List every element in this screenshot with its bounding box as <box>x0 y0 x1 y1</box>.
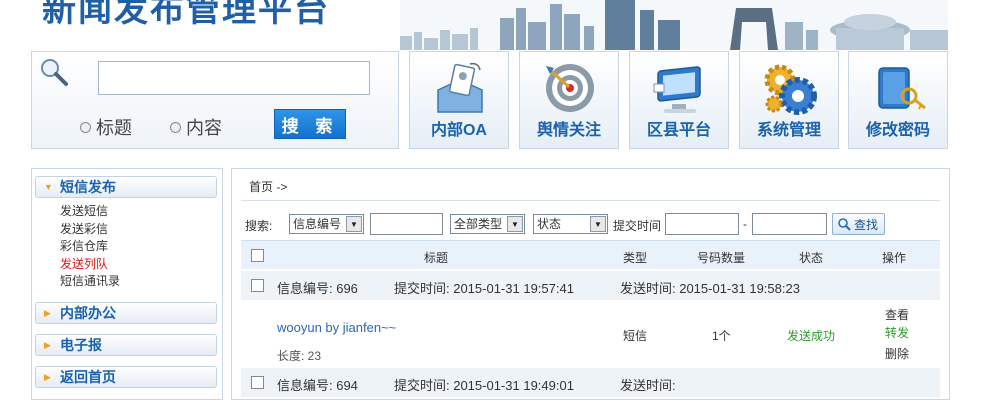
field-select[interactable]: 信息编号 ▼ <box>289 214 364 234</box>
chevron-right-icon: ▶ <box>44 371 51 382</box>
radio-title-option[interactable]: 标题 <box>80 114 132 140</box>
city-skyline-image <box>400 0 948 50</box>
tile-district-platform[interactable]: 区县平台 <box>629 51 729 149</box>
record-status: 发送成功 <box>787 329 836 343</box>
tile-label: 系统管理 <box>756 122 821 139</box>
id-card-icon <box>437 62 483 113</box>
target-icon <box>546 64 594 112</box>
col-type: 类型 <box>623 251 648 265</box>
time-from-input[interactable] <box>665 213 739 235</box>
table-row-meta: 信息编号: 694 提交时间: 2015-01-31 19:49:01 发送时间… <box>241 368 940 397</box>
sidebar-group-label: 电子报 <box>60 337 102 353</box>
select-all-checkbox[interactable] <box>251 249 264 262</box>
record-send-time: 发送时间: 2015-01-31 19:58:23 <box>620 281 800 296</box>
type-select-value: 全部类型 <box>454 217 503 231</box>
search-panel: 标题 内容 搜 索 <box>31 51 399 149</box>
radio-content[interactable] <box>170 121 181 133</box>
sidebar-group-home[interactable]: ▶ 返回首页 <box>35 366 217 388</box>
chevron-right-icon: ▶ <box>44 339 51 350</box>
col-ops: 操作 <box>882 251 907 265</box>
time-separator: - <box>743 217 747 231</box>
tile-label: 区县平台 <box>646 122 711 139</box>
tile-label: 修改密码 <box>865 122 930 139</box>
status-select[interactable]: 状态 ▼ <box>533 214 608 234</box>
record-id: 信息编号: 696 <box>277 281 358 296</box>
radio-title-label: 标题 <box>96 118 132 138</box>
tile-change-password[interactable]: 修改密码 <box>848 51 948 149</box>
sidebar-item-send-sms[interactable]: 发送短信 <box>60 203 108 221</box>
col-count: 号码数量 <box>697 251 746 265</box>
find-button[interactable]: 查找 <box>832 213 886 235</box>
record-type: 短信 <box>623 329 648 343</box>
delete-link[interactable]: 删除 <box>885 345 909 362</box>
field-select-value: 信息编号 <box>293 217 342 231</box>
key-icon <box>878 67 926 110</box>
radio-content-label: 内容 <box>186 118 222 138</box>
row-checkbox[interactable] <box>251 279 264 292</box>
record-submit-time: 提交时间: 2015-01-31 19:49:01 <box>394 378 574 393</box>
magnifier-icon <box>838 218 851 231</box>
col-title: 标题 <box>424 251 449 265</box>
record-length: 长度: 23 <box>277 349 322 363</box>
sidebar-item-send-mms[interactable]: 发送彩信 <box>60 221 108 239</box>
field-value-input[interactable] <box>370 213 443 235</box>
record-send-time: 发送时间: <box>620 378 676 393</box>
search-button[interactable]: 搜 索 <box>274 109 346 139</box>
sidebar-group-label: 短信发布 <box>60 179 116 195</box>
type-select[interactable]: 全部类型 ▼ <box>450 214 525 234</box>
radio-title[interactable] <box>80 121 91 133</box>
row-checkbox[interactable] <box>251 376 264 389</box>
find-button-label: 查找 <box>854 217 879 232</box>
forward-link[interactable]: 转发 <box>885 324 909 341</box>
gears-icon <box>764 64 817 115</box>
chevron-down-icon: ▼ <box>590 216 606 232</box>
breadcrumb: 首页 -> <box>249 180 288 194</box>
monitor-icon <box>653 66 701 113</box>
chevron-down-icon: ▼ <box>44 182 53 192</box>
sidebar-group-office[interactable]: ▶ 内部办公 <box>35 302 217 324</box>
tile-internal-oa[interactable]: 内部OA <box>409 51 509 149</box>
table-row-meta: 信息编号: 696 提交时间: 2015-01-31 19:57:41 发送时间… <box>241 271 940 300</box>
record-count: 1个 <box>712 329 731 343</box>
search-input[interactable] <box>98 61 370 95</box>
tile-system-management[interactable]: 系统管理 <box>739 51 839 149</box>
tile-label: 内部OA <box>430 122 487 139</box>
sidebar-group-sms[interactable]: ▼ 短信发布 <box>35 176 217 198</box>
sidebar-group-label: 内部办公 <box>60 305 116 321</box>
sidebar: ▼ 短信发布 发送短信 发送彩信 彩信仓库 发送列队 短信通讯录 ▶ 内部办公 … <box>31 168 223 400</box>
divider <box>241 200 940 201</box>
app-title: 新闻发布管理平台 <box>42 0 330 30</box>
header-banner: 新闻发布管理平台 <box>0 0 991 50</box>
record-submit-time: 提交时间: 2015-01-31 19:57:41 <box>394 281 574 296</box>
view-link[interactable]: 查看 <box>885 306 909 323</box>
filter-bar: 搜索: 信息编号 ▼ 全部类型 ▼ 状态 ▼ 提交时间 - 查找 <box>245 213 945 235</box>
magnifier-icon <box>41 59 68 86</box>
time-to-input[interactable] <box>752 213 827 235</box>
chevron-down-icon: ▼ <box>507 216 523 232</box>
status-select-value: 状态 <box>537 217 562 231</box>
table-row: wooyun by jianfen~~ 长度: 23 短信 1个 发送成功 查看… <box>241 300 940 368</box>
tile-public-opinion[interactable]: 舆情关注 <box>519 51 619 149</box>
table-header: 标题 类型 号码数量 状态 操作 <box>241 240 940 269</box>
radio-content-option[interactable]: 内容 <box>170 114 222 140</box>
sidebar-group-epaper[interactable]: ▶ 电子报 <box>35 334 217 356</box>
sidebar-item-send-queue[interactable]: 发送列队 <box>60 256 108 274</box>
chevron-down-icon: ▼ <box>346 216 362 232</box>
chevron-right-icon: ▶ <box>44 307 51 318</box>
tile-label: 舆情关注 <box>536 122 601 139</box>
col-status: 状态 <box>799 251 824 265</box>
search-label: 搜索: <box>245 219 273 233</box>
record-title[interactable]: wooyun by jianfen~~ <box>277 320 396 335</box>
sidebar-item-mms-store[interactable]: 彩信仓库 <box>60 238 108 256</box>
main-panel: 首页 -> 搜索: 信息编号 ▼ 全部类型 ▼ 状态 ▼ 提交时间 - 查找 标… <box>231 168 950 400</box>
submit-time-label: 提交时间 <box>613 219 662 233</box>
sidebar-item-sms-contacts[interactable]: 短信通讯录 <box>60 273 120 291</box>
record-id: 信息编号: 694 <box>277 378 358 393</box>
sidebar-group-label: 返回首页 <box>60 369 116 385</box>
